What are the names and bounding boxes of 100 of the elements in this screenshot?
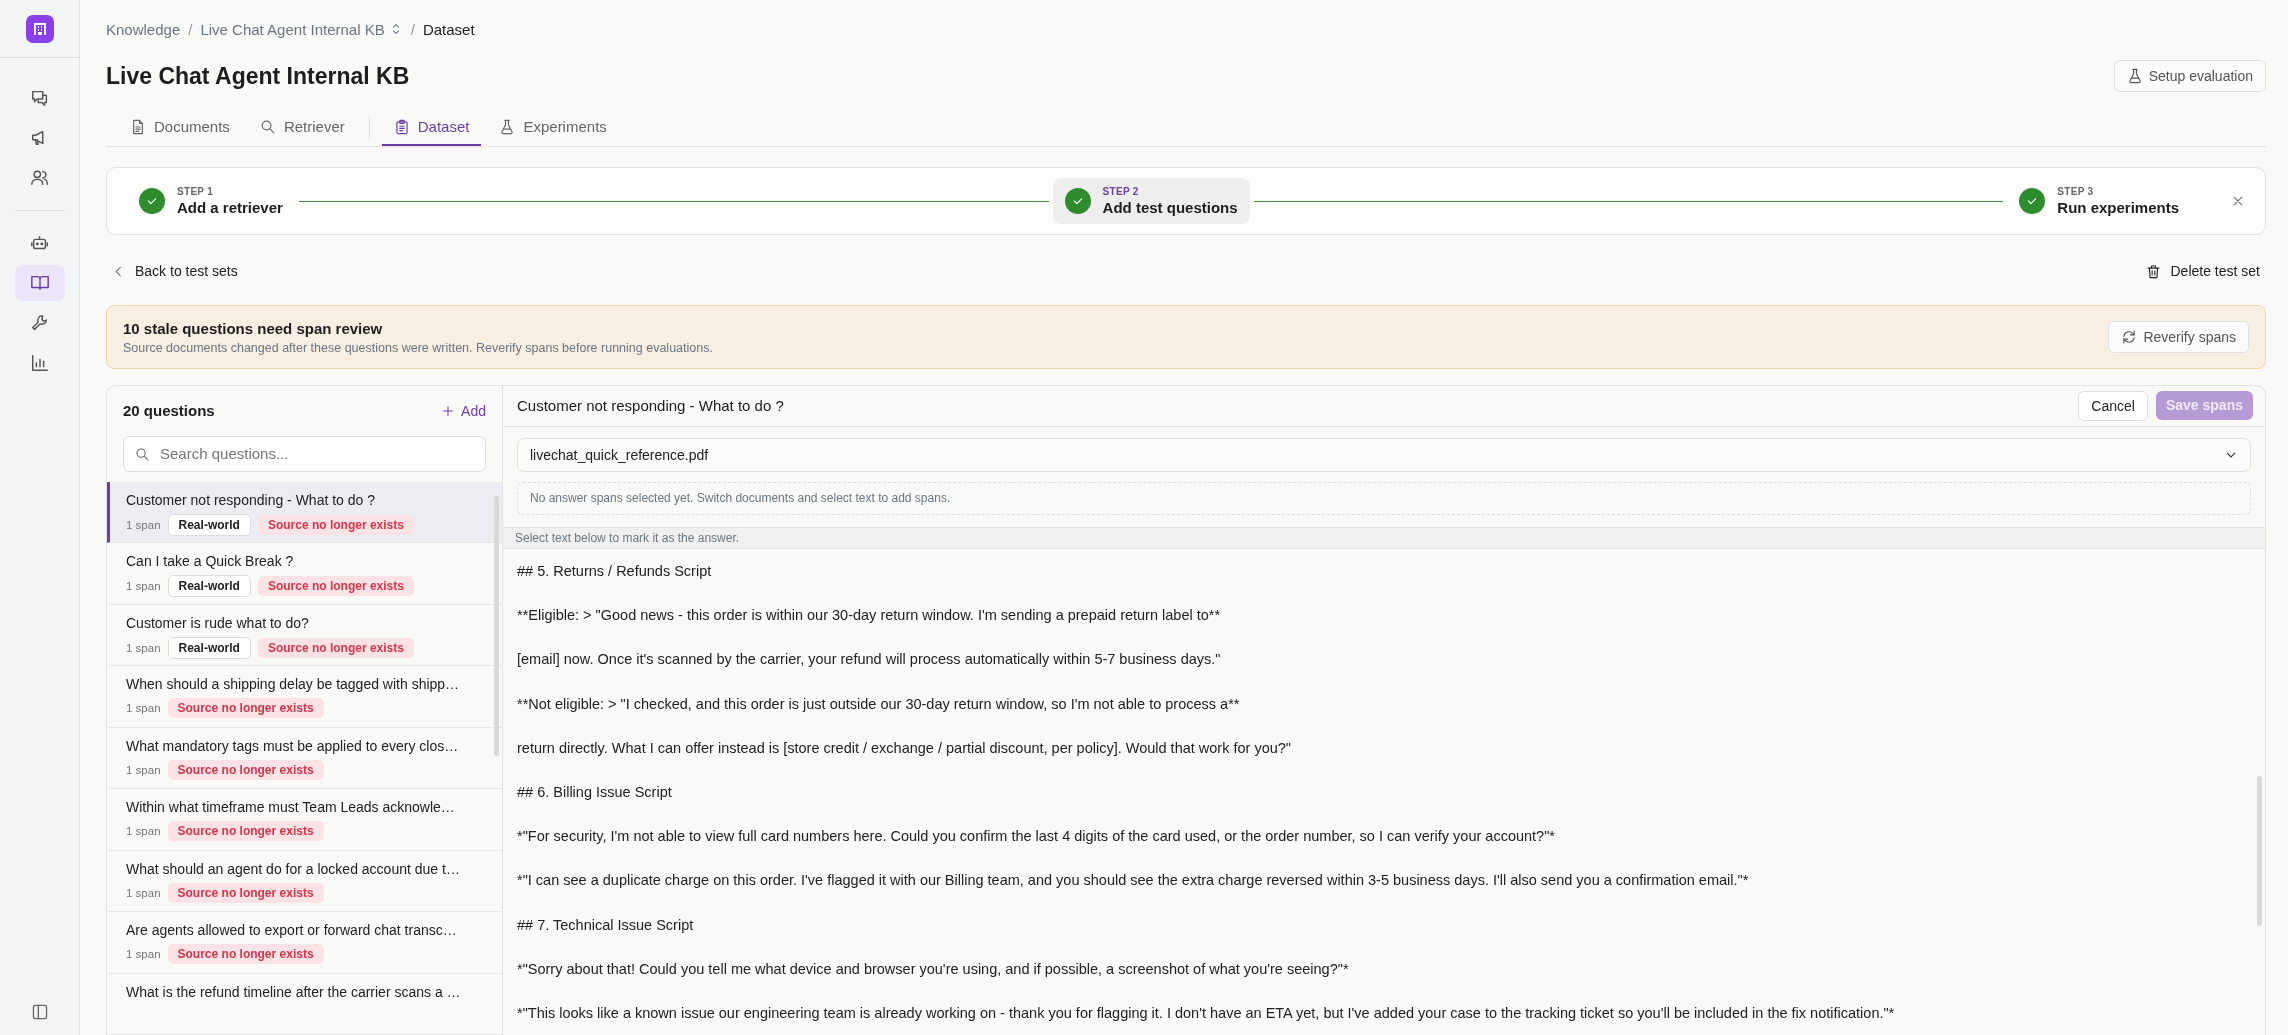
step[interactable]: STEP 3 Run experiments [2007, 178, 2191, 224]
warning-tag: Source no longer exists [257, 576, 414, 597]
question-title: Customer not responding - What to do ? [126, 491, 377, 508]
step-number: STEP 2 [1102, 186, 1140, 197]
app-logo[interactable] [25, 15, 54, 43]
refresh-icon [2121, 329, 2138, 345]
banner-title: 10 stale questions need span review [123, 319, 384, 337]
breadcrumb-separator: / [188, 20, 193, 38]
warning-tag: Source no longer exists [167, 759, 324, 780]
bar-chart-icon [29, 353, 50, 373]
tab[interactable]: Retriever [247, 110, 357, 146]
document-text-line: *"For security, I'm not able to view full card numbers here. Could you confirm the last 4 digits of the card used, or the order number, so I can verify your account?"* [517, 827, 1556, 847]
step-label: Run experiments [2057, 199, 2179, 216]
document-text-line: **Eligible: > "Good news - this order is within our 30-day return window. I'm sending a prepaid return label to** [517, 606, 1222, 626]
step[interactable]: STEP 2 Add test questions [1052, 178, 1250, 224]
document-text-line: *"I can see a duplicate charge on this order. I've flagged it with our Billing team, and you should see the extra charge reversed within 3-5 business days. I'll also send you a confirmation email."* [517, 871, 1750, 891]
warning-tag: Source no longer exists [167, 944, 324, 965]
span-count: 1 span [126, 641, 161, 654]
breadcrumb-separator: / [410, 20, 415, 38]
span-count: 1 span [126, 948, 161, 961]
question-item[interactable]: What is the refund timeline after the carrier scans a … [107, 973, 502, 1035]
question-item[interactable]: What should an agent do for a locked account due t… 1 span Source no longer exists [107, 850, 502, 913]
cancel-button[interactable]: Cancel [2078, 390, 2148, 421]
sidebar-toggle-icon [30, 1003, 49, 1021]
warning-tag: Source no longer exists [167, 698, 324, 719]
question-title: Customer is rude what to do? [126, 614, 310, 631]
step-label: Add a retriever [177, 199, 283, 216]
document-text-line: *"Sorry about that! Could you tell me what device and browser you're using, and if possible, a screenshot of what you're seeing?"* [517, 959, 1350, 979]
trash-icon [2145, 263, 2161, 279]
page-title: Live Chat Agent Internal KB [106, 62, 410, 90]
span-count: 1 span [126, 886, 161, 899]
question-title: Can I take a Quick Break ? [126, 553, 295, 570]
warning-tag: Source no longer exists [167, 821, 324, 842]
category-tag: Real-world [167, 575, 251, 598]
question-item[interactable]: Are agents allowed to export or forward chat transc… 1 span Source no longer exists [107, 912, 502, 974]
question-item[interactable]: Customer is rude what to do? 1 span Real-world Source no longer exists [107, 604, 502, 667]
step-number: STEP 3 [2057, 186, 2095, 197]
document-text-line: ## 7. Technical Issue Script [517, 915, 695, 935]
span-count: 1 span [126, 580, 161, 593]
sidebar-item[interactable] [14, 265, 65, 301]
questions-count: 20 questions [123, 402, 215, 420]
span-count: 1 span [126, 763, 161, 776]
scrollbar[interactable] [2257, 776, 2262, 926]
document-text-line: [email] now. Once it's scanned by the carrier, your refund will process automatically within 5-7 business days." [517, 650, 1222, 670]
question-title: When should a shipping delay be tagged with shipp… [126, 676, 461, 693]
document-text-line: *"This looks like a known issue our engineering team is already working on - thank you for flagging it. I don't have an ETA yet, but I've added your case to the tracking ticket so you'll be included in the fix notification."* [517, 1003, 1896, 1023]
question-item[interactable]: What mandatory tags must be applied to every clos… 1 span Source no longer exists [107, 727, 502, 790]
breadcrumb-link[interactable]: Live Chat Agent Internal KB [200, 20, 385, 38]
question-title: What is the refund timeline after the carrier scans a … [126, 983, 462, 1000]
question-title: What mandatory tags must be applied to every clos… [126, 737, 460, 754]
close-icon [2231, 194, 2245, 208]
step[interactable]: STEP 1 Add a retriever [127, 178, 295, 224]
question-title: Are agents allowed to export or forward chat transc… [126, 922, 458, 939]
tab[interactable]: Documents [118, 110, 242, 146]
document-text-line: **Not eligible: > "I checked, and this order is just outside our 30-day return window, so I'm not able to process a** [517, 694, 1241, 714]
breadcrumb-link[interactable]: Dataset [422, 20, 475, 38]
flask-icon [2126, 68, 2143, 84]
question-item[interactable]: Within what timeframe must Team Leads acknowle… 1 span Source no longer exists [107, 789, 502, 851]
users-icon [29, 168, 50, 188]
span-count: 1 span [126, 825, 161, 838]
step-label: Add test questions [1102, 199, 1238, 216]
document-icon [130, 118, 146, 135]
setup-evaluation-button[interactable]: Setup evaluation [2113, 60, 2266, 92]
span-count: 1 span [126, 518, 161, 531]
question-item[interactable]: When should a shipping delay be tagged with shipp… 1 span Source no longer exists [107, 666, 502, 728]
tab[interactable]: Experiments [487, 110, 619, 146]
search-field[interactable]: Search questions... [123, 435, 486, 472]
clipboard-icon [393, 118, 410, 135]
wrench-icon [29, 313, 50, 333]
category-tag: Real-world [167, 513, 251, 536]
question-item[interactable]: Customer not responding - What to do ? 1 span Real-world Source no longer exists [107, 481, 502, 544]
scrollbar[interactable] [494, 496, 499, 756]
search-icon [259, 118, 276, 135]
warning-tag: Source no longer exists [257, 514, 414, 535]
book-icon [29, 273, 50, 293]
question-title: What should an agent do for a locked account due t… [126, 860, 461, 877]
step-number: STEP 1 [177, 186, 215, 197]
document-text-line: return directly. What I can offer instead is [store credit / exchange / partial discount, per policy]. Would that work for you?" [517, 738, 1292, 758]
tab[interactable]: Dataset [381, 110, 482, 146]
document-dropdown[interactable]: livechat_quick_reference.pdf [517, 437, 2251, 472]
category-tag: Real-world [167, 636, 251, 659]
reverify-spans-button[interactable]: Reverify spans [2108, 321, 2249, 353]
plus-icon [441, 404, 456, 418]
delete-test-set-button[interactable]: Delete test set [2145, 263, 2260, 279]
question-item[interactable]: Can I take a Quick Break ? 1 span Real-world Source no longer exists [107, 543, 502, 605]
empty-spans-hint: No answer spans selected yet. Switch documents and select text to add spans. [517, 481, 2251, 515]
warning-tag: Source no longer exists [167, 882, 324, 903]
breadcrumb-link[interactable]: Knowledge [106, 20, 181, 38]
back-link[interactable]: Back to test sets [112, 263, 238, 279]
banner-text: Source documents changed after these questions were written. Reverify spans before running evaluations. [123, 340, 713, 355]
add-button[interactable]: Add [441, 403, 486, 419]
flask-icon [499, 118, 516, 135]
chat-icon [29, 88, 50, 108]
document-text-line: ## 5. Returns / Refunds Script [517, 562, 713, 582]
document-text-line: ## 6. Billing Issue Script [517, 782, 673, 802]
question-heading: Customer not responding - What to do ? [517, 397, 784, 415]
question-title: Within what timeframe must Team Leads acknowle… [126, 799, 456, 816]
span-count: 1 span [126, 702, 161, 715]
instruction-text: Select text below to mark it as the answer. [503, 527, 2265, 549]
close-button[interactable] [2231, 194, 2245, 208]
